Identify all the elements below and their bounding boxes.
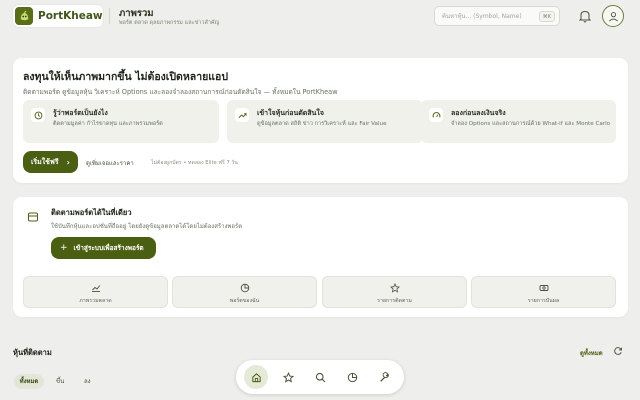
- tab-down[interactable]: ลง: [84, 374, 100, 389]
- portfolio-card: ติดตามพอร์ตได้ในที่เดียว ใช้บันทึกหุ้นแล…: [13, 197, 628, 317]
- feature-portfolio: รู้ว่าพอร์ตเป็นยังไง ติดตามมูลค่า กำไรขา…: [23, 100, 219, 143]
- nav-home[interactable]: [244, 365, 268, 389]
- feature-title: ลองก่อนลงเงินจริง: [451, 109, 506, 117]
- chevron-right-icon: ›: [66, 157, 70, 167]
- view-all-link[interactable]: ดูทั้งหมด: [580, 348, 603, 358]
- feature-title: รู้ว่าพอร์ตเป็นยังไง: [53, 109, 108, 117]
- start-free-label: เริ่มใช้ฟรี: [31, 157, 59, 166]
- cash-icon: [539, 283, 549, 293]
- nav-tools[interactable]: [372, 365, 396, 389]
- hero-description: ติดตามพอร์ต ดูข้อมูลหุ้น วิเคราะห์ Optio…: [23, 88, 338, 96]
- pie-icon: [347, 372, 358, 383]
- plus-icon: +: [60, 243, 68, 253]
- search-shortcut: ⌘K: [538, 10, 555, 22]
- user-avatar[interactable]: [602, 5, 624, 27]
- quicklink-my-portfolio[interactable]: พอร์ตของฉัน: [172, 276, 317, 308]
- bell-icon[interactable]: [579, 9, 591, 23]
- tab-all[interactable]: ทั้งหมด: [14, 374, 44, 389]
- wrench-icon: [379, 371, 390, 383]
- nav-search[interactable]: [308, 365, 332, 389]
- home-icon: [251, 372, 262, 383]
- refresh-icon[interactable]: [613, 346, 623, 356]
- star-icon: [282, 371, 294, 383]
- bottom-nav: [236, 360, 404, 394]
- feature-simulation: ลองก่อนลงเงินจริง จำลอง Options และสถานก…: [421, 100, 616, 143]
- quicklink-label: พอร์ตของฉัน: [229, 298, 260, 304]
- portfolio-title: ติดตามพอร์ตได้ในที่เดียว: [51, 208, 132, 217]
- nav-portfolio[interactable]: [340, 365, 364, 389]
- login-create-portfolio-button[interactable]: + เข้าสู่ระบบเพื่อสร้างพอร์ต: [51, 237, 156, 259]
- page-subtitle: พอร์ต ตลาด ดุลยภาพกรรม และข่าวสำคัญ: [119, 20, 220, 26]
- header-divider: [109, 8, 110, 24]
- quicklink-label: รายการติดตาม: [377, 298, 412, 304]
- compare-plans-link[interactable]: ดูเพิ่มเจอและราคา: [86, 158, 134, 168]
- feature-description: ติดตามมูลค่า กำไรขาดทุน และภาพรวมพอร์ต: [53, 121, 163, 127]
- hero-title: ลงทุนให้เห็นภาพมากขึ้น ไม่ต้องเปิดหลายแอ…: [23, 71, 228, 83]
- feature-description: ดูข้อมูลตลาด สถิติ ข่าว การวิเคราะห์ และ…: [257, 121, 387, 127]
- logo-icon: [15, 7, 33, 25]
- clock-icon: [31, 108, 45, 122]
- quicklink-watchlist[interactable]: รายการติดตาม: [322, 276, 467, 308]
- gauge-icon: [429, 108, 443, 122]
- watchlist-title: หุ้นที่ติดตาม: [13, 348, 52, 357]
- quicklink-dividends[interactable]: รายการปันผล: [471, 276, 616, 308]
- nav-watchlist[interactable]: [276, 365, 300, 389]
- tab-up[interactable]: ขึ้น: [56, 374, 72, 389]
- pie-icon: [240, 283, 250, 293]
- logo-text: PortKheaw: [38, 10, 103, 22]
- logo[interactable]: PortKheaw: [13, 5, 103, 27]
- top-header: PortKheaw ภาพรวม พอร์ต ตลาด ดุลยภาพกรรม …: [0, 0, 640, 32]
- search-box[interactable]: ค้นหาหุ้น... (Symbol, Name) ⌘K: [434, 6, 560, 26]
- quicklink-label: ภาพรวมตลาด: [79, 298, 112, 304]
- search-input[interactable]: ค้นหาหุ้น... (Symbol, Name): [442, 11, 539, 21]
- star-icon: [389, 283, 400, 293]
- user-icon: [608, 11, 619, 22]
- quicklink-market-overview[interactable]: ภาพรวมตลาด: [23, 276, 168, 308]
- search-icon: [315, 372, 326, 383]
- feature-title: เข้าใจหุ้นก่อนตัดสินใจ: [257, 109, 324, 117]
- login-button-label: เข้าสู่ระบบเพื่อสร้างพอร์ต: [73, 244, 144, 252]
- trial-note: ไม่ต้องผูกบัตร • ทดลอง Elite ฟรี 7 วัน: [151, 160, 238, 166]
- hero-card: ลงทุนให้เห็นภาพมากขึ้น ไม่ต้องเปิดหลายแอ…: [13, 58, 628, 183]
- feature-stock-insight: เข้าใจหุ้นก่อนตัดสินใจ ดูข้อมูลตลาด สถิต…: [227, 100, 423, 143]
- start-free-button[interactable]: เริ่มใช้ฟรี ›: [23, 151, 78, 173]
- wallet-icon: [26, 210, 39, 223]
- chart-icon: [91, 283, 101, 293]
- quicklink-label: รายการปันผล: [527, 298, 560, 304]
- feature-description: จำลอง Options และสถานการณ์ด้วย What-if แ…: [451, 121, 611, 127]
- portfolio-description: ใช้บันทึกหุ้นและอปชั่นที่ถืออยู่ โดยยังด…: [51, 223, 243, 230]
- trend-icon: [235, 108, 249, 122]
